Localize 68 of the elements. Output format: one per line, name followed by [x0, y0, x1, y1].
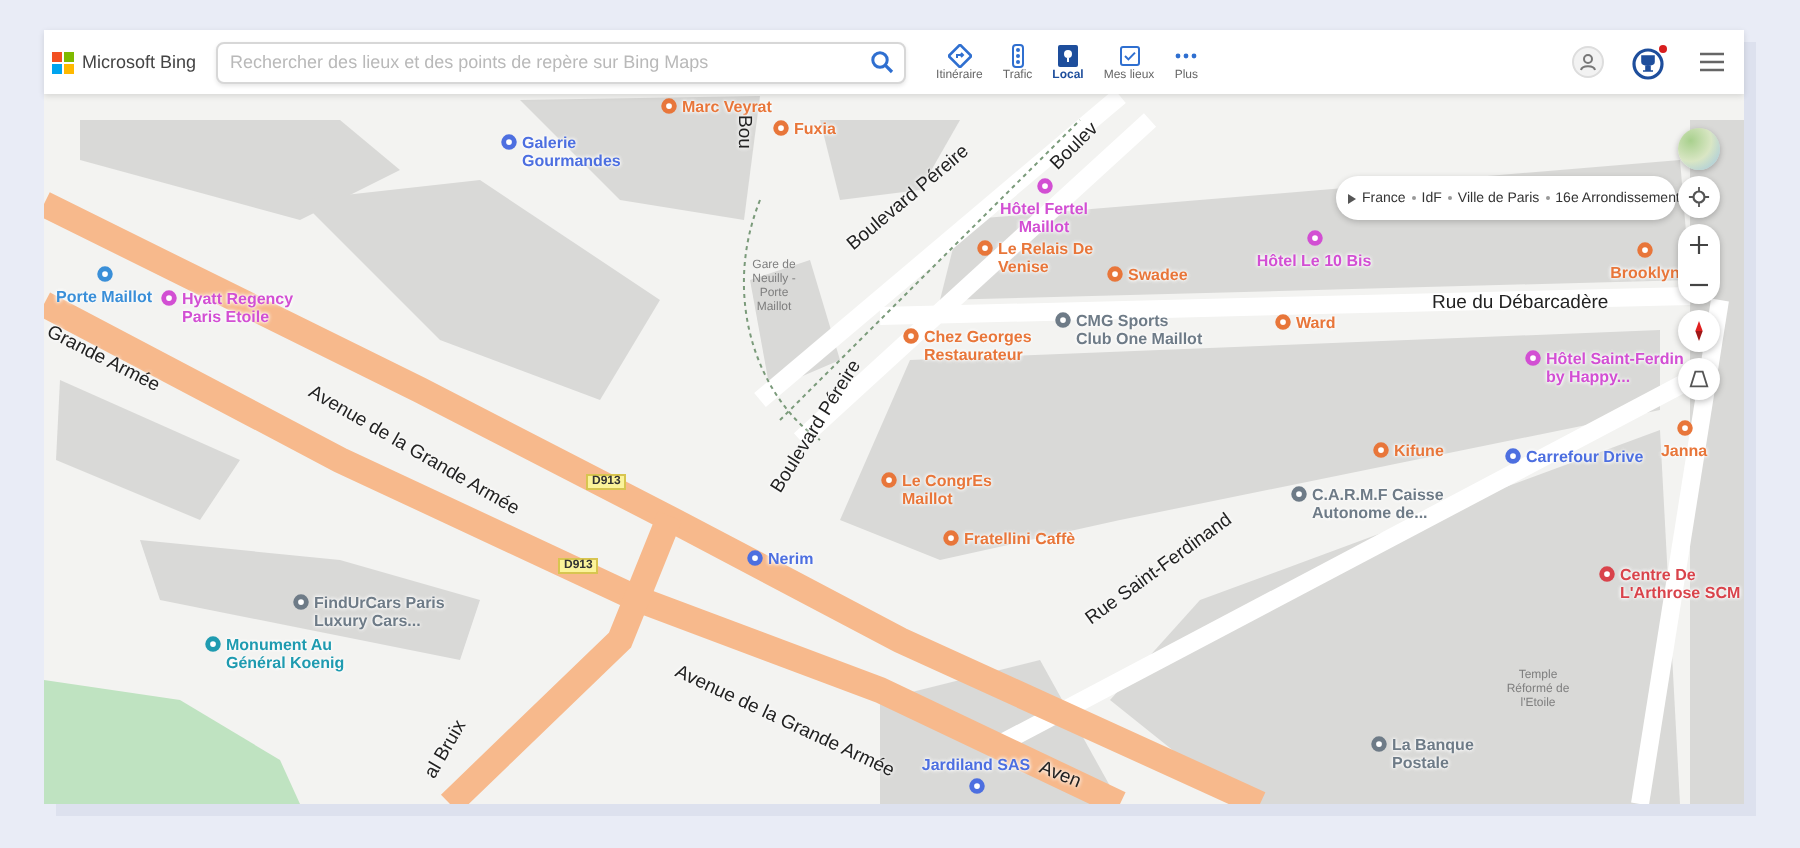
map-pin-icon[interactable] [1504, 448, 1522, 466]
map-pin-icon[interactable] [95, 266, 113, 284]
map-pin-icon[interactable] [1370, 736, 1388, 754]
map-pin-icon[interactable] [967, 778, 985, 796]
map-pin-icon[interactable] [976, 240, 994, 258]
street-label: Aven [1035, 756, 1084, 794]
place-label: CMG Sports Club One Maillot [1076, 312, 1204, 348]
map-pin-icon[interactable] [1106, 266, 1124, 284]
map-pin-icon[interactable] [902, 328, 920, 346]
place-label: Centre De L'Arthrose SCM [1620, 566, 1743, 602]
profile-icon[interactable] [1572, 46, 1604, 78]
map-pin-icon[interactable] [1524, 350, 1542, 368]
caret-icon[interactable] [1348, 193, 1356, 203]
map-pin-icon[interactable] [1636, 242, 1654, 260]
map-pin-icon[interactable] [660, 98, 678, 116]
place-label: Monument Au Général Koenig [226, 636, 347, 672]
place-label: FindUrCars Paris Luxury Cars... [314, 594, 447, 630]
place-label: Le CongrEs Maillot [902, 472, 994, 508]
map-pin-icon[interactable] [160, 290, 178, 308]
map-pin-icon[interactable] [1305, 230, 1323, 248]
logo-text: Microsoft Bing [82, 52, 197, 72]
place-label: Swadee [1128, 266, 1188, 284]
place-label: Hôtel Fertel Maillot [997, 200, 1090, 236]
place-label: Fratellini Caffè [964, 530, 1076, 548]
map-pin-icon[interactable] [292, 594, 310, 612]
place-label: Le Relais De Venise [998, 240, 1096, 276]
street-label: Rue du Débarcadère [1432, 292, 1609, 314]
map-pin-icon[interactable] [942, 530, 960, 548]
map-pin-icon[interactable] [772, 120, 790, 138]
place-label: Nerim [768, 550, 814, 568]
place-label: C.A.R.M.F Caisse Autonome de... [1312, 486, 1446, 522]
map-pin-icon[interactable] [500, 134, 518, 152]
map-pin-icon[interactable] [746, 550, 764, 568]
search-icon[interactable] [870, 49, 895, 73]
place-label: Jardiland SAS [921, 756, 1031, 774]
place-label: Marc Veyrat [682, 98, 772, 116]
map-pin-icon[interactable] [1372, 442, 1390, 460]
map-pin-icon[interactable] [1054, 312, 1072, 330]
place-label: Carrefour Drive [1526, 448, 1644, 466]
place-label: Galerie Gourmandes [522, 134, 623, 170]
windows-logo-icon [52, 51, 74, 73]
search-field[interactable]: Rechercher des lieux et des points de repère sur Bing Maps [216, 41, 907, 83]
place-label: Hôtel Le 10 Bis [1256, 252, 1372, 270]
trophy-icon[interactable] [1632, 44, 1668, 80]
compass-button[interactable] [1678, 310, 1720, 352]
place-label: Brooklyn [1610, 264, 1680, 282]
place-label: Porte Maillot [55, 288, 152, 306]
local-icon [1055, 43, 1080, 67]
map-pin-icon[interactable] [1290, 486, 1308, 504]
directions-icon [947, 43, 972, 67]
locate-icon [1688, 186, 1710, 208]
place-label: Fuxia [794, 120, 836, 138]
plus-icon [1690, 235, 1708, 253]
map-pin-icon[interactable] [880, 472, 898, 490]
place-label: Kifune [1394, 442, 1444, 460]
place-label: Chez Georges Restaurateur [924, 328, 1034, 364]
street-label: Bou [733, 115, 755, 149]
tilt-icon [1688, 368, 1710, 390]
place-label: Janna [1660, 442, 1708, 460]
map-pin-icon[interactable] [1035, 178, 1053, 196]
map-pin-icon[interactable] [1675, 420, 1693, 438]
place-label: Ward [1296, 314, 1336, 332]
place-label: Hôtel Saint-Ferdin by Happy... [1546, 350, 1684, 386]
place-label: La Banque Postale [1392, 736, 1476, 772]
map-pin-icon[interactable] [204, 636, 222, 654]
map-pin-icon[interactable] [1598, 566, 1616, 584]
checklist-icon [1117, 43, 1141, 67]
map-pin-icon[interactable] [1274, 314, 1292, 332]
